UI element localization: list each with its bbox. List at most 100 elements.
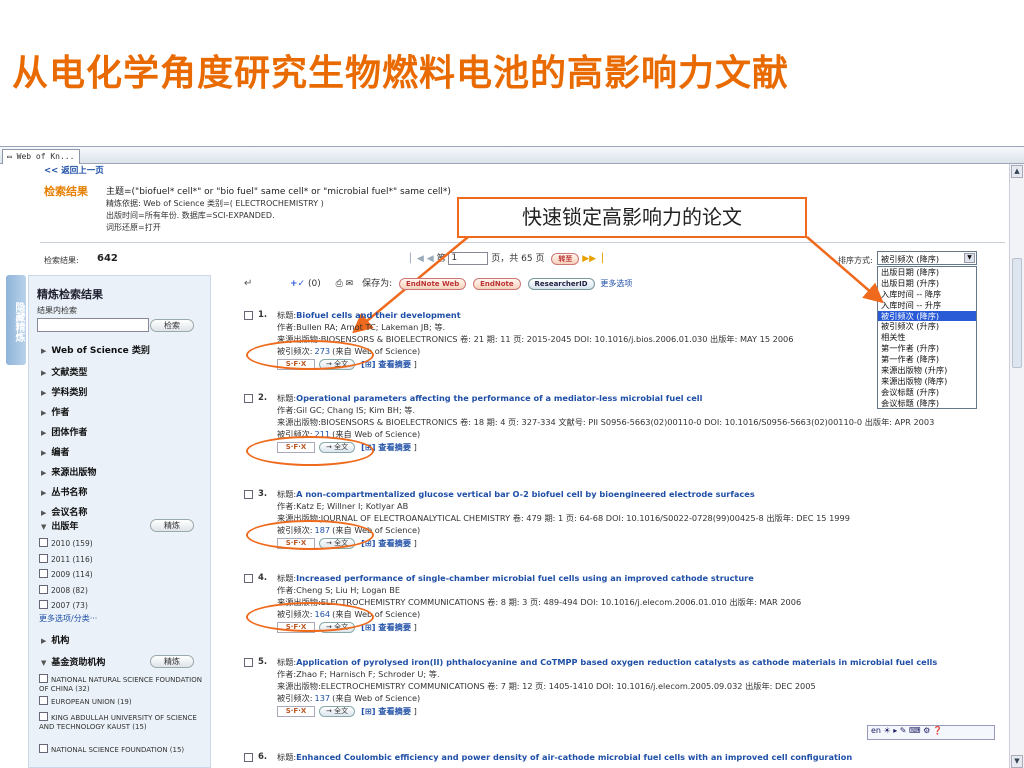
- query-line-4: 词形还原=打开: [106, 223, 161, 232]
- refine-item-label: 文献类型: [51, 368, 88, 378]
- record-cited: 被引频次: 137 (来自 Web of Science): [277, 692, 977, 704]
- funder-checkbox[interactable]: [39, 712, 48, 721]
- first-page-icon[interactable]: ▏◀: [410, 254, 424, 264]
- last-page-icon[interactable]: ▶▕: [589, 254, 603, 264]
- refine-item[interactable]: ▶ 编者: [41, 445, 69, 458]
- endnote-button[interactable]: EndNote: [473, 277, 521, 290]
- more-options-link[interactable]: 更多选项/分类···: [39, 613, 97, 624]
- email-icon[interactable]: ✉: [346, 279, 354, 289]
- record-checkbox[interactable]: [244, 490, 253, 499]
- browser-tab[interactable]: ▭ Web of Kn...: [2, 149, 80, 164]
- sort-option[interactable]: 出版日期 (降序): [878, 267, 976, 278]
- year-checkbox[interactable]: [39, 538, 48, 547]
- funding-refine-button[interactable]: 精炼: [150, 655, 194, 668]
- back-link[interactable]: << 返回上一页: [44, 164, 104, 176]
- funder-checkbox[interactable]: [39, 696, 48, 705]
- refine-item[interactable]: ▶ 团体作者: [41, 425, 87, 438]
- scroll-thumb[interactable]: [1012, 258, 1022, 368]
- record-title-link[interactable]: Biofuel cells and their development: [296, 310, 461, 320]
- cited-count-link[interactable]: 137: [315, 693, 331, 703]
- sort-option[interactable]: 入库时间 -- 降序: [878, 289, 976, 300]
- sort-option[interactable]: 来源出版物 (降序): [878, 376, 976, 387]
- year-option[interactable]: 2009 (114): [39, 569, 93, 579]
- funder-checkbox[interactable]: [39, 674, 48, 683]
- year-checkbox[interactable]: [39, 584, 48, 594]
- refine-item[interactable]: ▶ 来源出版物: [41, 465, 96, 478]
- record-checkbox[interactable]: [244, 394, 253, 403]
- refine-item[interactable]: ▶ 文献类型: [41, 365, 87, 378]
- sort-select[interactable]: 被引频次 (降序) ▼: [877, 251, 977, 265]
- title-label: 标题:: [277, 393, 297, 403]
- funder-option[interactable]: EUROPEAN UNION (19): [39, 696, 204, 707]
- within-search-input[interactable]: [37, 318, 149, 332]
- scroll-up-button[interactable]: ▲: [1011, 165, 1023, 178]
- researcherid-button[interactable]: ResearcherID: [527, 277, 595, 290]
- funder-option[interactable]: NATIONAL NATURAL SCIENCE FOUNDATION OF C…: [39, 674, 204, 694]
- title-label: 标题:: [277, 573, 297, 583]
- record-title-link[interactable]: A non-compartmentalized glucose vertical…: [296, 489, 755, 499]
- year-option[interactable]: 2011 (116): [39, 553, 93, 564]
- vertical-scrollbar[interactable]: ▲ ▼: [1009, 164, 1024, 768]
- year-option[interactable]: 2008 (82): [39, 584, 88, 595]
- funder-option[interactable]: KING ABDULLAH UNIVERSITY OF SCIENCE AND …: [39, 712, 204, 732]
- refine-item[interactable]: ▶ 作者: [41, 405, 69, 418]
- tab-label: Web of Kn...: [16, 152, 75, 161]
- endnote-web-button[interactable]: EndNote Web: [399, 277, 467, 290]
- record-title-line: 标题:Increased performance of single-chamb…: [277, 572, 977, 584]
- view-abstract-link[interactable]: [⊞] 查看摘要 ]: [361, 622, 417, 632]
- source-label: 来源出版物:: [277, 417, 321, 427]
- year-label: 2011 (116): [51, 554, 93, 564]
- fulltext-button[interactable]: → 全文: [319, 706, 356, 717]
- hide-refine-tab[interactable]: 隐藏精炼: [6, 275, 26, 365]
- refine-item[interactable]: ▶ 学科类别: [41, 385, 87, 398]
- results-label: 检索结果:: [44, 256, 79, 265]
- tools-icons[interactable]: en ☀ ▸ ✎ ⌨ ⚙ ❓: [871, 726, 943, 735]
- chevron-down-icon[interactable]: ▼: [964, 253, 975, 263]
- org-header[interactable]: ▶ 机构: [41, 633, 69, 646]
- record-checkbox[interactable]: [244, 753, 253, 762]
- refine-item[interactable]: ▶ 会议名称: [41, 505, 87, 518]
- scroll-down-button[interactable]: ▼: [1011, 755, 1023, 768]
- goto-button[interactable]: 转至: [551, 252, 580, 265]
- year-checkbox[interactable]: [39, 600, 48, 609]
- record-title-link[interactable]: Increased performance of single-chamber …: [296, 573, 754, 583]
- add-marked-icon[interactable]: +✓: [290, 279, 305, 289]
- select-arrow-icon[interactable]: ↵: [244, 278, 252, 289]
- pubyear-header[interactable]: ▼ 出版年: [41, 519, 78, 532]
- pubyear-refine-button[interactable]: 精炼: [150, 519, 194, 532]
- refine-title: 精炼检索结果: [37, 288, 103, 301]
- funding-header[interactable]: ▼ 基金资助机构: [41, 655, 105, 668]
- sfx-button[interactable]: S·F·X: [277, 706, 315, 717]
- refine-item-label: 团体作者: [51, 428, 88, 438]
- sort-option[interactable]: 出版日期 (升序): [878, 278, 976, 289]
- within-search-button[interactable]: 检索: [150, 319, 194, 332]
- year-checkbox[interactable]: [39, 553, 48, 563]
- record-checkbox[interactable]: [244, 658, 253, 667]
- year-option[interactable]: 2007 (73): [39, 600, 88, 610]
- funder-checkbox[interactable]: [39, 744, 48, 753]
- print-icon[interactable]: ⎙: [336, 279, 343, 289]
- query-line-2: 精炼依据: Web of Science 类别=( ELECTROCHEMIST…: [106, 199, 324, 208]
- record: 标题:A non-compartmentalized glucose verti…: [277, 488, 977, 549]
- page-input[interactable]: 1: [448, 252, 489, 265]
- author-label: 作者:: [277, 405, 297, 415]
- record-title-link[interactable]: Operational parameters affecting the per…: [296, 393, 702, 403]
- funder-option[interactable]: NATIONAL SCIENCE FOUNDATION (15): [39, 744, 204, 755]
- abstract-label: 查看摘要: [378, 622, 412, 632]
- refine-item[interactable]: ▶ Web of Science 类别: [41, 343, 150, 356]
- year-checkbox[interactable]: [39, 569, 48, 578]
- prev-page-icon[interactable]: ◀: [427, 254, 434, 264]
- year-label: 2007 (73): [51, 601, 88, 610]
- year-option[interactable]: 2010 (159): [39, 538, 93, 548]
- record-title-link[interactable]: Application of pyrolysed iron(II) phthal…: [296, 657, 937, 667]
- record-checkbox[interactable]: [244, 574, 253, 583]
- search-results-label: 检索结果: [44, 185, 88, 198]
- browser-tools-bar[interactable]: en ☀ ▸ ✎ ⌨ ⚙ ❓: [867, 725, 995, 740]
- refine-item[interactable]: ▶ 丛书名称: [41, 485, 87, 498]
- record-checkbox[interactable]: [244, 311, 253, 320]
- author-label: 作者:: [277, 501, 297, 511]
- funder-label: NATIONAL NATURAL SCIENCE FOUNDATION OF C…: [39, 676, 202, 693]
- view-abstract-link[interactable]: [⊞] 查看摘要 ]: [361, 706, 417, 716]
- record-title-link[interactable]: Enhanced Coulombic efficiency and power …: [296, 752, 852, 762]
- more-options-toolbar-link[interactable]: 更多选项: [600, 279, 632, 288]
